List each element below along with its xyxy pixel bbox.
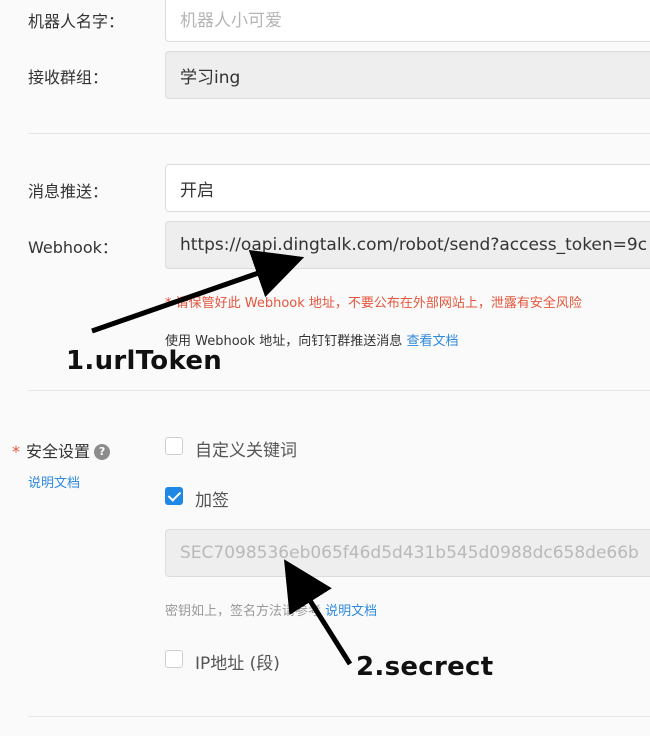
secret-annotation: 2.secrect [356,652,494,682]
url-token-arrow [91,249,305,334]
url-token-annotation: 1.urlToken [66,346,223,376]
secret-arrow [284,559,353,666]
